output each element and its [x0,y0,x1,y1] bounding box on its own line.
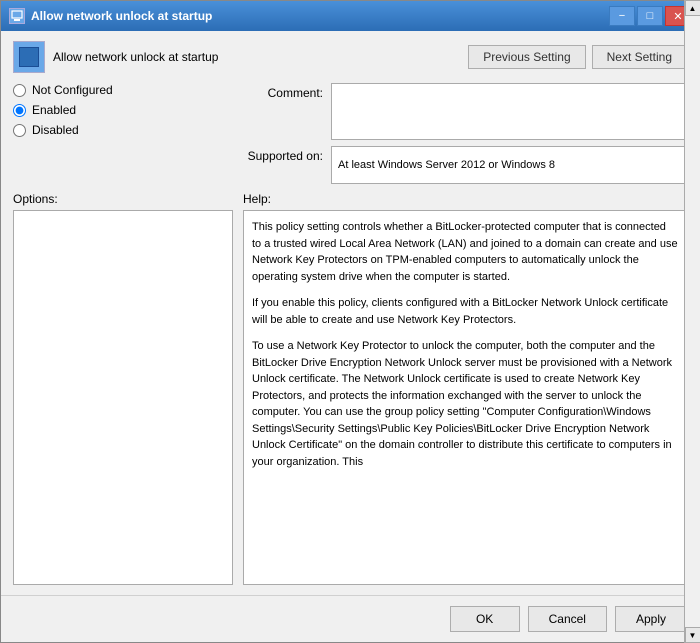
radio-not-configured[interactable]: Not Configured [13,83,233,97]
help-label: Help: [243,192,687,206]
title-bar-left: Allow network unlock at startup [9,8,212,24]
nav-buttons: Previous Setting Next Setting [468,45,687,69]
policy-title-row: Allow network unlock at startup [13,41,218,73]
radio-disabled-input[interactable] [13,124,26,137]
middle-section: Not Configured Enabled Disabled Comment: [13,83,687,184]
title-bar-buttons: − □ ✕ [609,6,691,26]
help-section: Help: This policy setting controls wheth… [243,192,687,585]
supported-scrollbar: ▲ ▼ [684,31,699,595]
comment-textarea[interactable] [332,84,686,139]
radio-disabled[interactable]: Disabled [13,123,233,137]
main-window: Allow network unlock at startup − □ ✕ Al… [0,0,700,643]
supported-label: Supported on: [233,146,323,163]
comment-field-wrapper: ▲ ▼ [331,83,687,140]
options-box [13,210,233,585]
left-panel: Not Configured Enabled Disabled [13,83,233,184]
help-paragraph-3: To use a Network Key Protector to unlock… [252,338,678,470]
options-label: Options: [13,192,233,206]
options-section: Options: [13,192,233,585]
window-icon [9,8,25,24]
options-help-section: Options: Help: This policy setting contr… [13,192,687,585]
help-paragraph-2: If you enable this policy, clients confi… [252,295,678,328]
comment-row: Comment: ▲ ▼ [233,83,687,140]
help-text-box[interactable]: This policy setting controls whether a B… [243,210,687,585]
minimize-button[interactable]: − [609,6,635,26]
cancel-button[interactable]: Cancel [528,606,607,632]
radio-not-configured-label: Not Configured [32,83,113,97]
supported-value: At least Windows Server 2012 or Windows … [332,147,686,183]
radio-enabled-input[interactable] [13,104,26,117]
supported-field-wrapper: At least Windows Server 2012 or Windows … [331,146,687,184]
policy-title: Allow network unlock at startup [53,50,218,64]
maximize-button[interactable]: □ [637,6,663,26]
supported-row: Supported on: At least Windows Server 20… [233,146,687,184]
policy-icon-inner [19,47,39,67]
right-form: Comment: ▲ ▼ Supported on: At least Wind… [233,83,687,184]
comment-label: Comment: [233,83,323,100]
supported-scroll-track [685,31,699,595]
radio-enabled[interactable]: Enabled [13,103,233,117]
radio-enabled-label: Enabled [32,103,76,117]
content-area: Allow network unlock at startup Previous… [1,31,699,595]
ok-button[interactable]: OK [450,606,520,632]
window-title: Allow network unlock at startup [31,9,212,23]
radio-group: Not Configured Enabled Disabled [13,83,233,137]
radio-disabled-label: Disabled [32,123,79,137]
policy-icon [13,41,45,73]
next-setting-button[interactable]: Next Setting [592,45,687,69]
previous-setting-button[interactable]: Previous Setting [468,45,585,69]
apply-button[interactable]: Apply [615,606,687,632]
top-section: Allow network unlock at startup Previous… [13,41,687,73]
help-paragraph-1: This policy setting controls whether a B… [252,219,678,285]
title-bar: Allow network unlock at startup − □ ✕ [1,1,699,31]
bottom-buttons: OK Cancel Apply [1,595,699,642]
radio-not-configured-input[interactable] [13,84,26,97]
